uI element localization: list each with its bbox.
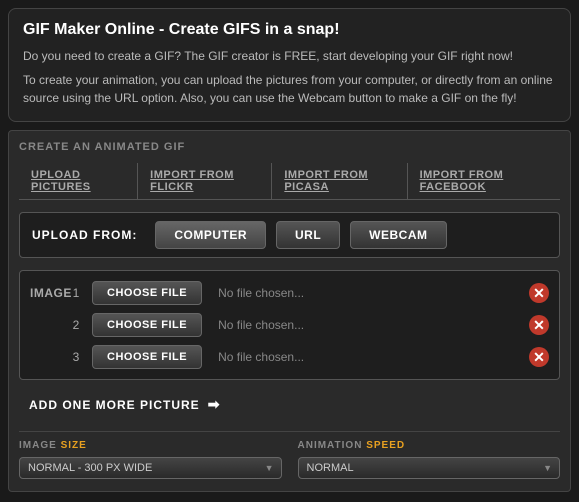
table-row: 3 CHOOSE FILE No file chosen... ✕ [30, 345, 549, 369]
choose-file-button-2[interactable]: CHOOSE FILE [92, 313, 202, 337]
tab-import-facebook[interactable]: IMPORT FROM FACEBOOK [408, 163, 560, 199]
add-more-row: ADD ONE MORE PICTURE ➡ [19, 390, 560, 419]
file-status-2: No file chosen... [210, 313, 521, 337]
header-desc1: Do you need to create a GIF? The GIF cre… [23, 47, 556, 65]
image-size-label: IMAGE SIZE [19, 440, 282, 451]
remove-button-1[interactable]: ✕ [529, 283, 549, 303]
animation-speed-label: ANIMATION SPEED [298, 440, 561, 451]
add-more-button[interactable]: ADD ONE MORE PICTURE ➡ [29, 396, 220, 413]
webcam-button[interactable]: WEBCAM [350, 221, 446, 249]
file-status-3: No file chosen... [210, 345, 521, 369]
table-row: IMAGE 1 CHOOSE FILE No file chosen... ✕ [30, 281, 549, 305]
animation-speed-select-wrapper: SLOW NORMAL FAST [298, 457, 561, 479]
url-button[interactable]: URL [276, 221, 340, 249]
upload-from-label: UPLOAD FROM: [32, 228, 137, 242]
image-size-col: IMAGE SIZE SMALL - 200 PX WIDE NORMAL - … [19, 440, 282, 479]
tab-upload-pictures[interactable]: UPLOAD PICTURES [19, 163, 138, 199]
tab-import-flickr[interactable]: IMPORT FROM FLICKR [138, 163, 272, 199]
choose-file-button-3[interactable]: CHOOSE FILE [92, 345, 202, 369]
animation-speed-col: ANIMATION SPEED SLOW NORMAL FAST [298, 440, 561, 479]
image-size-select-wrapper: SMALL - 200 PX WIDE NORMAL - 300 PX WIDE… [19, 457, 282, 479]
computer-button[interactable]: COMPUTER [155, 221, 266, 249]
choose-file-button-1[interactable]: CHOOSE FILE [92, 281, 202, 305]
image-size-label-normal: IMAGE [19, 440, 61, 451]
image-label: IMAGE [30, 286, 60, 300]
main-section: CREATE AN ANIMATED GIF UPLOAD PICTURES I… [8, 130, 571, 492]
footer-row: IMAGE SIZE SMALL - 200 PX WIDE NORMAL - … [19, 431, 560, 481]
image-size-label-highlight: SIZE [61, 440, 87, 451]
image-num-1: 1 [68, 286, 84, 300]
tab-bar: UPLOAD PICTURES IMPORT FROM FLICKR IMPOR… [19, 163, 560, 200]
header-section: GIF Maker Online - Create GIFS in a snap… [8, 8, 571, 122]
arrow-icon: ➡ [208, 396, 221, 413]
image-size-select[interactable]: SMALL - 200 PX WIDE NORMAL - 300 PX WIDE… [19, 457, 282, 479]
tab-import-picasa[interactable]: IMPORT FROM PICASA [272, 163, 407, 199]
animation-speed-label-normal: ANIMATION [298, 440, 367, 451]
header-desc2: To create your animation, you can upload… [23, 71, 556, 107]
remove-button-2[interactable]: ✕ [529, 315, 549, 335]
remove-button-3[interactable]: ✕ [529, 347, 549, 367]
section-title: CREATE AN ANIMATED GIF [19, 141, 560, 153]
add-more-label-text: ADD ONE MORE PICTURE [29, 398, 200, 412]
upload-from-row: UPLOAD FROM: COMPUTER URL WEBCAM [19, 212, 560, 258]
page-title: GIF Maker Online - Create GIFS in a snap… [23, 21, 556, 39]
image-num-3: 3 [68, 350, 84, 364]
file-status-1: No file chosen... [210, 281, 521, 305]
table-row: 2 CHOOSE FILE No file chosen... ✕ [30, 313, 549, 337]
images-section: IMAGE 1 CHOOSE FILE No file chosen... ✕ … [19, 270, 560, 380]
image-num-2: 2 [68, 318, 84, 332]
animation-speed-select[interactable]: SLOW NORMAL FAST [298, 457, 561, 479]
animation-speed-label-highlight: SPEED [366, 440, 405, 451]
